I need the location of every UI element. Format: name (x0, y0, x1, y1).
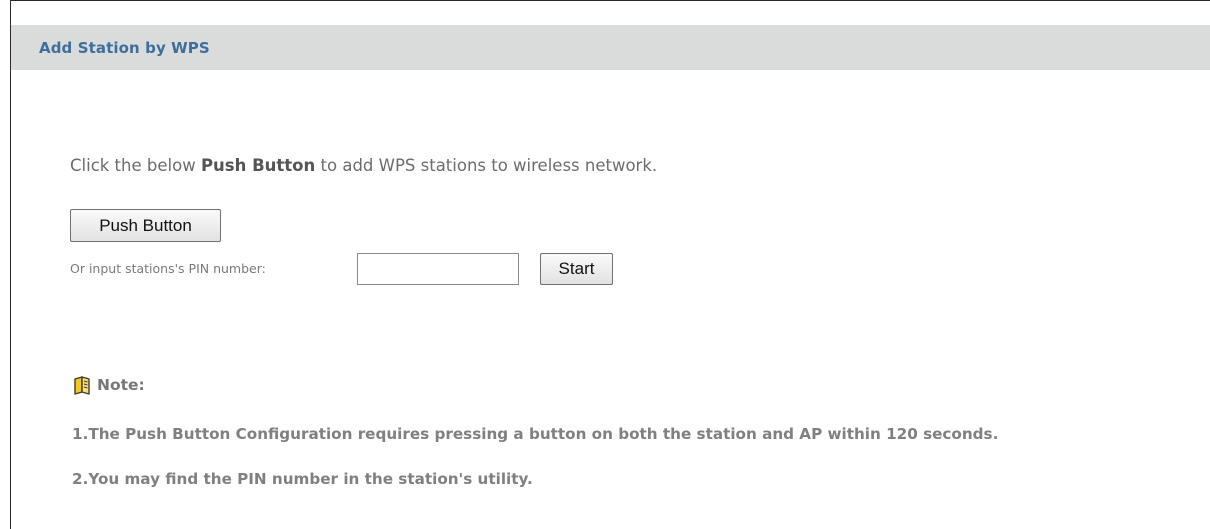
note-header: Note: (72, 375, 145, 395)
note-title: Note: (97, 376, 145, 394)
panel-title: Add Station by WPS (39, 38, 210, 57)
intro-text-before: Click the below (70, 156, 201, 175)
start-button[interactable]: Start (540, 253, 613, 285)
note-line-1: 1.The Push Button Configuration requires… (72, 425, 999, 443)
intro-text-bold: Push Button (200, 156, 316, 175)
pin-label: Or input stations's PIN number: (70, 261, 266, 276)
intro-text-after: to add WPS stations to wireless network. (315, 156, 658, 175)
intro-text: Click the below Push Button to add WPS s… (70, 156, 657, 175)
note-line-2: 2.You may find the PIN number in the sta… (72, 470, 533, 488)
push-button[interactable]: Push Button (70, 209, 221, 242)
note-book-icon (72, 375, 92, 395)
pin-input[interactable] (357, 253, 519, 285)
panel-title-bar: Add Station by WPS (11, 25, 1210, 70)
wps-panel: Add Station by WPS Click the below Push … (10, 0, 1210, 529)
